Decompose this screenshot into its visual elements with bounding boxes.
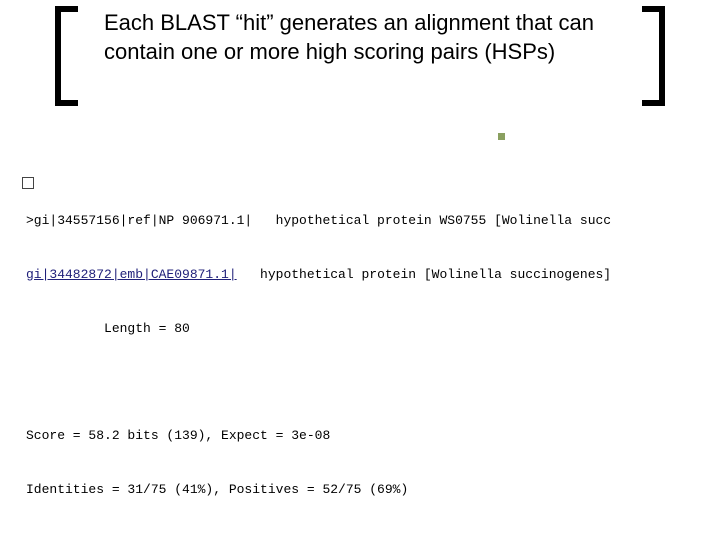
defline-2-desc: hypothetical protein [Wolinella succinog… bbox=[237, 267, 611, 282]
length-line: Length = 80 bbox=[26, 320, 720, 338]
slide-title: Each BLAST “hit” generates an alignment … bbox=[104, 8, 624, 66]
defline-1: >gi|34557156|ref|NP 906971.1| hypothetic… bbox=[26, 213, 611, 228]
defline-2-link[interactable]: gi|34482872|emb|CAE09871.1| bbox=[26, 267, 237, 282]
bracket-left-icon bbox=[48, 6, 88, 106]
identities-line: Identities = 31/75 (41%), Positives = 52… bbox=[26, 481, 720, 499]
bracket-right-icon bbox=[632, 6, 672, 106]
score-line: Score = 58.2 bits (139), Expect = 3e-08 bbox=[26, 427, 720, 445]
blast-alignment: >gi|34557156|ref|NP 906971.1| hypothetic… bbox=[26, 176, 720, 540]
slide: Each BLAST “hit” generates an alignment … bbox=[0, 0, 720, 540]
bullet-icon bbox=[498, 133, 505, 140]
